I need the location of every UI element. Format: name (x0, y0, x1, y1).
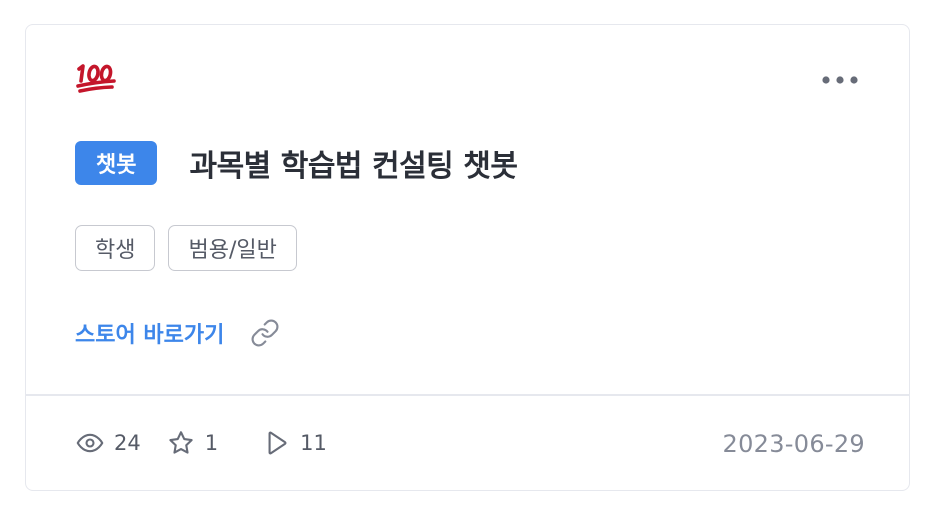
type-badge: 챗봇 (75, 141, 158, 185)
plays-stat[interactable]: 11 (262, 429, 327, 457)
stars-count: 1 (204, 431, 219, 455)
title-row: 챗봇 과목별 학습법 컨설팅 챗봇 (75, 141, 518, 185)
plays-count: 11 (300, 431, 327, 455)
chatbot-card[interactable]: 챗봇 과목별 학습법 컨설팅 챗봇 학생 범용/일반 스토어 바로가기 24 1… (25, 24, 910, 491)
tag-list: 학생 범용/일반 (75, 225, 297, 271)
views-stat: 24 (76, 429, 141, 457)
tag-general[interactable]: 범용/일반 (168, 225, 297, 271)
more-horizontal-icon (822, 76, 858, 84)
play-icon[interactable] (262, 429, 290, 457)
created-date: 2023-06-29 (722, 430, 865, 458)
card-stats: 24 1 11 (76, 429, 327, 457)
tag-student[interactable]: 학생 (75, 225, 156, 271)
card-divider (26, 394, 909, 396)
card-title[interactable]: 과목별 학습법 컨설팅 챗봇 (189, 141, 517, 185)
link-icon[interactable] (250, 318, 280, 348)
store-link-label[interactable]: 스토어 바로가기 (75, 317, 224, 349)
eye-icon (76, 433, 104, 453)
views-count: 24 (114, 431, 141, 455)
stars-stat[interactable]: 1 (167, 429, 218, 457)
star-icon[interactable] (167, 429, 195, 457)
hundred-points-icon (76, 64, 116, 93)
store-link[interactable]: 스토어 바로가기 (75, 317, 280, 349)
more-options-button[interactable] (812, 65, 868, 95)
